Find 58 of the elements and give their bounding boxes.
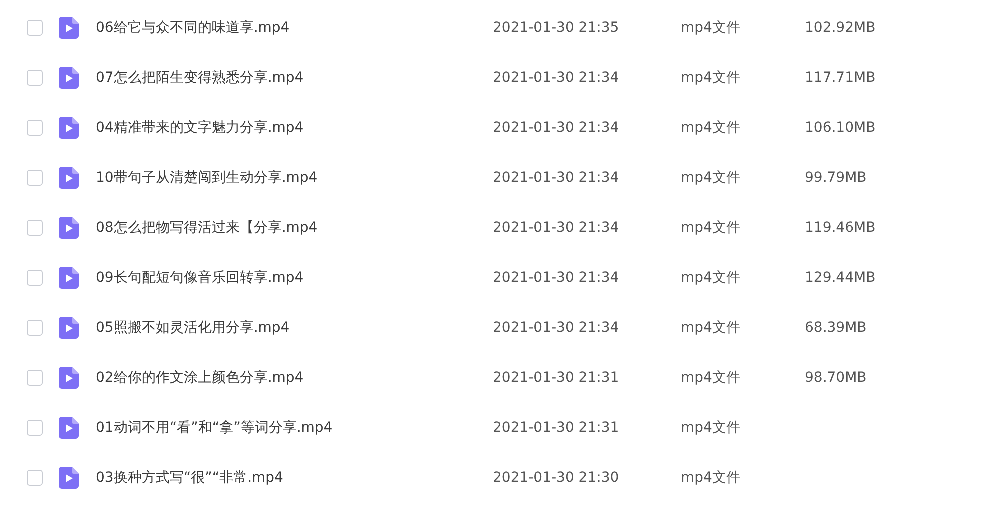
file-name: 05照搬不如灵活化用分享.mp4	[96, 318, 291, 338]
video-file-icon	[59, 317, 79, 339]
file-name: 08怎么把物写得活过来【分享.mp4	[96, 218, 319, 238]
file-name: 03换种方式写“很”“非常.mp4	[96, 468, 284, 488]
file-size: 98.70MB	[805, 368, 867, 388]
file-date: 2021-01-30 21:35	[493, 18, 620, 38]
file-date: 2021-01-30 21:31	[493, 418, 620, 438]
file-type: mp4文件	[681, 368, 742, 388]
checkbox[interactable]	[27, 120, 43, 136]
file-size: 68.39MB	[805, 318, 867, 338]
checkbox[interactable]	[27, 370, 43, 386]
file-date: 2021-01-30 21:34	[493, 168, 620, 188]
video-file-icon	[59, 167, 79, 189]
video-file-icon	[59, 417, 79, 439]
checkbox[interactable]	[27, 320, 43, 336]
file-size: 102.92MB	[805, 18, 876, 38]
file-name: 06给它与众不同的味道享.mp4	[96, 18, 291, 38]
file-type: mp4文件	[681, 168, 742, 188]
video-file-icon	[59, 117, 79, 139]
file-date: 2021-01-30 21:34	[493, 318, 620, 338]
video-file-icon	[59, 267, 79, 289]
file-name: 09长句配短句像音乐回转享.mp4	[96, 268, 305, 288]
video-file-icon	[59, 217, 79, 239]
checkbox[interactable]	[27, 470, 43, 486]
file-date: 2021-01-30 21:34	[493, 268, 620, 288]
file-date: 2021-01-30 21:34	[493, 218, 620, 238]
file-type: mp4文件	[681, 68, 742, 88]
checkbox[interactable]	[27, 170, 43, 186]
file-name: 01动词不用“看”和“拿”等词分享.mp4	[96, 418, 334, 438]
file-name: 10带句子从清楚闯到生动分享.mp4	[96, 168, 319, 188]
video-file-icon	[59, 67, 79, 89]
checkbox[interactable]	[27, 420, 43, 436]
file-name: 04精准带来的文字魅力分享.mp4	[96, 118, 305, 138]
file-type: mp4文件	[681, 468, 742, 488]
file-size: 117.71MB	[805, 68, 876, 88]
video-file-icon	[59, 17, 79, 39]
file-type: mp4文件	[681, 418, 742, 438]
file-name: 07怎么把陌生变得熟悉分享.mp4	[96, 68, 305, 88]
file-size: 119.46MB	[805, 218, 876, 238]
file-date: 2021-01-30 21:31	[493, 368, 620, 388]
file-type: mp4文件	[681, 318, 742, 338]
file-date: 2021-01-30 21:30	[493, 468, 620, 488]
checkbox[interactable]	[27, 20, 43, 36]
file-type: mp4文件	[681, 18, 742, 38]
file-name: 02给你的作文涂上颜色分享.mp4	[96, 368, 305, 388]
video-file-icon	[59, 467, 79, 489]
checkbox[interactable]	[27, 220, 43, 236]
file-size: 129.44MB	[805, 268, 876, 288]
file-type: mp4文件	[681, 118, 742, 138]
file-type: mp4文件	[681, 218, 742, 238]
video-file-icon	[59, 367, 79, 389]
file-size: 106.10MB	[805, 118, 876, 138]
file-type: mp4文件	[681, 268, 742, 288]
file-date: 2021-01-30 21:34	[493, 68, 620, 88]
checkbox[interactable]	[27, 70, 43, 86]
file-date: 2021-01-30 21:34	[493, 118, 620, 138]
checkbox[interactable]	[27, 270, 43, 286]
file-size: 99.79MB	[805, 168, 867, 188]
